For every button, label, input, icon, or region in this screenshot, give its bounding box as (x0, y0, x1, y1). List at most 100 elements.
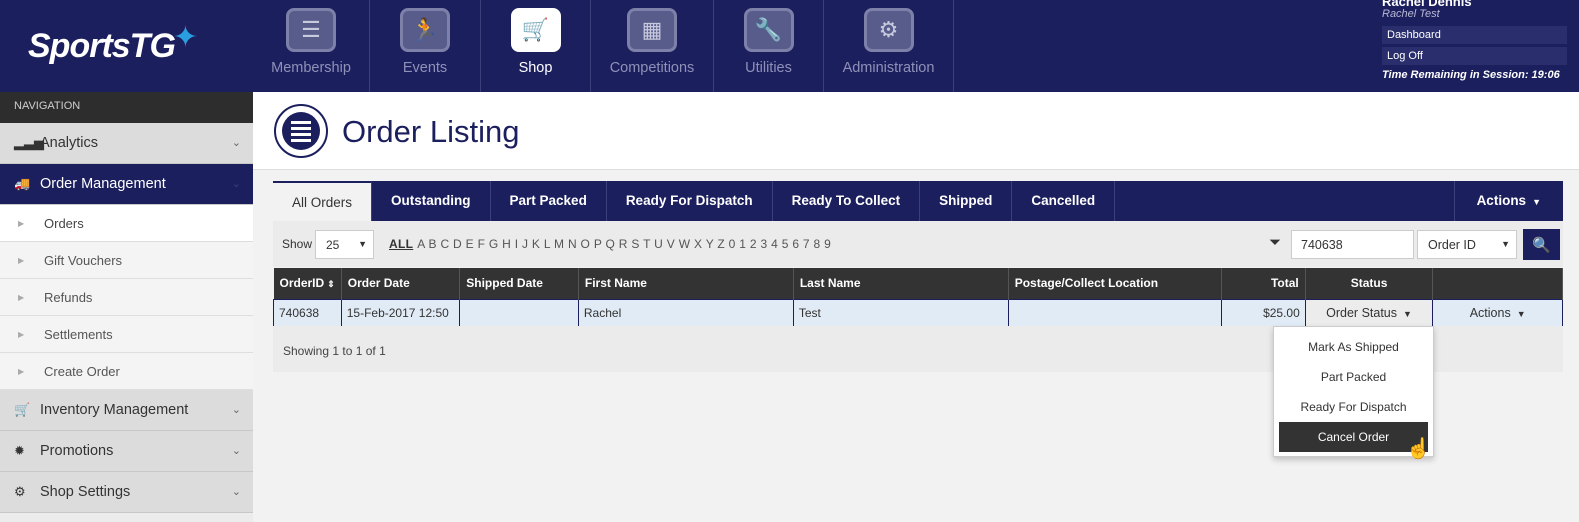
cart-icon: 🛒 (510, 8, 561, 52)
sidebar-item-settlements[interactable]: ▶ Settlements (0, 316, 253, 353)
caret-down-icon: ▼ (1532, 197, 1541, 207)
module-competitions[interactable]: ▦ Competitions (591, 0, 714, 92)
sidebar-section-order-management[interactable]: 🚚 Order Management ⌄ (0, 164, 253, 205)
sidebar-item-refunds[interactable]: ▶ Refunds (0, 279, 253, 316)
column-header-label: Postage/Collect Location (1014, 276, 1159, 291)
search-input[interactable]: 740638 (1291, 230, 1414, 259)
caret-down-icon: ▼ (358, 239, 367, 249)
caret-right-icon: ▶ (18, 329, 25, 339)
cell-order-id[interactable]: 740638 (273, 298, 342, 327)
sidebar-section-label: Promotions (40, 443, 114, 459)
sidebar-item-label: Refunds (44, 289, 93, 305)
sidebar-section-label: Order Management (40, 176, 166, 192)
tab-ready-for-dispatch[interactable]: Ready For Dispatch (607, 181, 773, 221)
column-header-actions (1432, 268, 1563, 299)
truck-icon: 🚚 (14, 176, 31, 191)
module-label: Membership (271, 60, 351, 76)
column-header-orderid[interactable]: OrderID ⇕ (273, 268, 342, 299)
letter-list[interactable]: A B C D E F G H I J K L M N O P Q R S T … (417, 237, 831, 251)
log-off-link[interactable]: Log Off (1382, 47, 1567, 65)
tabs-actions-button[interactable]: Actions ▼ (1453, 181, 1563, 221)
search-field-select[interactable]: Order ID ▼ (1417, 230, 1517, 259)
showing-count: Showing 1 to 1 of 1 (283, 344, 386, 358)
badge-icon: ✹ (14, 443, 25, 458)
column-header-label: First Name (584, 276, 647, 291)
page-size-select[interactable]: 25 ▼ (315, 230, 374, 259)
page-header: Order Listing (253, 92, 1579, 170)
column-header-first-name: First Name (578, 268, 794, 299)
top-header: SportsTG ✦ ☰ Membership 🏃 Events 🛒 Shop ▦ Compe… (0, 0, 1579, 92)
chevron-down-icon: ⌄ (231, 137, 241, 149)
caret-right-icon: ▶ (18, 366, 25, 376)
module-label: Shop (518, 60, 553, 76)
sidebar-section-promotions[interactable]: ✹ Promotions ⌄ (0, 431, 253, 472)
cell-total: $25.00 (1221, 298, 1306, 327)
search-icon: 🔍 (1532, 236, 1551, 254)
table-row[interactable]: 740638 15-Feb-2017 12:50 Rachel Test $25… (273, 298, 1563, 327)
sidebar-item-label: Settlements (44, 326, 113, 342)
wrench-icon: 🔧 (743, 8, 794, 52)
menu-item-part-packed[interactable]: Part Packed (1279, 362, 1428, 392)
hand-cursor-icon: ☝ (1406, 438, 1431, 460)
caret-right-icon: ▶ (18, 255, 25, 265)
show-label: Show (282, 237, 313, 251)
tab-shipped[interactable]: Shipped (920, 181, 1013, 221)
cell-order-date: 15-Feb-2017 12:50 (340, 298, 461, 327)
sidebar-section-label: Shop Settings (40, 484, 131, 500)
sidebar-item-gift-vouchers[interactable]: ▶ Gift Vouchers (0, 242, 253, 279)
module-utilities[interactable]: 🔧 Utilities (714, 0, 824, 92)
caret-down-icon: ▼ (1516, 308, 1526, 319)
chevron-down-icon: ⌄ (231, 445, 241, 457)
module-label: Administration (842, 60, 935, 76)
filter-bar: Show 25 ▼ ALL A B C D E F G H I J K L M N … (273, 221, 1563, 267)
letter-all[interactable]: ALL (389, 237, 413, 251)
sidebar-section-shop-settings[interactable]: ⚙ Shop Settings ⌄ (0, 472, 253, 513)
menu-item-mark-as-shipped[interactable]: Mark As Shipped (1279, 332, 1428, 362)
sidebar-item-orders[interactable]: ▶ Orders (0, 205, 253, 242)
module-label: Utilities (745, 60, 792, 76)
sidebar: NAVIGATION ▂▃▅ Analytics ⌄ 🚚 Order Managemen… (0, 92, 253, 522)
tab-cancelled[interactable]: Cancelled (1012, 181, 1116, 221)
order-status-button[interactable]: Order Status ▼ (1304, 298, 1434, 327)
caret-down-icon: ▼ (1501, 239, 1510, 249)
module-shop[interactable]: 🛒 Shop (481, 0, 591, 92)
column-header-label: OrderID (279, 276, 325, 291)
logo[interactable]: SportsTG ✦ (0, 0, 253, 92)
cart-icon: 🛒 (14, 402, 31, 417)
session-timer: Time Remaining in Session: 19:06 (1382, 69, 1560, 81)
row-actions-button[interactable]: Actions ▼ (1432, 298, 1563, 327)
column-header-label: Status (1350, 276, 1388, 291)
sidebar-item-create-order[interactable]: ▶ Create Order (0, 353, 253, 390)
dashboard-link[interactable]: Dashboard (1382, 26, 1567, 44)
tab-all-orders[interactable]: All Orders (273, 181, 373, 221)
column-header-order-date: Order Date (341, 268, 461, 299)
column-header-status: Status (1305, 268, 1434, 299)
tab-part-packed[interactable]: Part Packed (491, 181, 607, 221)
sidebar-section-inventory-management[interactable]: 🛒 Inventory Management ⌄ (0, 390, 253, 431)
module-membership[interactable]: ☰ Membership (253, 0, 370, 92)
row-actions-label: Actions (1469, 305, 1511, 320)
module-events[interactable]: 🏃 Events (370, 0, 481, 92)
cell-first-name: Rachel (577, 298, 794, 327)
search-button[interactable]: 🔍 (1523, 229, 1560, 260)
tab-outstanding[interactable]: Outstanding (372, 181, 491, 221)
clipboard-icon: ☰ (286, 8, 336, 52)
sidebar-section-analytics[interactable]: ▂▃▅ Analytics ⌄ (0, 123, 253, 164)
filter-icon: ⏷ (1269, 234, 1282, 251)
caret-right-icon: ▶ (18, 292, 25, 302)
order-tabs: All Orders Outstanding Part Packed Ready Fo… (273, 181, 1563, 221)
column-header-total: Total (1221, 268, 1306, 299)
module-administration[interactable]: ⚙ Administration (824, 0, 954, 92)
letter-filter[interactable]: ALL A B C D E F G H I J K L M N O P Q R S… (389, 237, 831, 251)
module-nav: ☰ Membership 🏃 Events 🛒 Shop ▦ Competitions 🔧 Uti… (253, 0, 954, 92)
page-size-value: 25 (326, 238, 340, 252)
orders-table: OrderID ⇕ Order Date Shipped Date First Name… (273, 268, 1563, 327)
module-label: Events (402, 60, 448, 76)
caret-right-icon: ▶ (18, 218, 25, 228)
menu-item-ready-for-dispatch[interactable]: Ready For Dispatch (1279, 392, 1428, 422)
column-header-label: Last Name (799, 276, 861, 291)
tab-ready-to-collect[interactable]: Ready To Collect (773, 181, 921, 221)
sidebar-item-label: Orders (44, 215, 84, 231)
page-title: Order Listing (342, 114, 520, 149)
cell-shipped-date (459, 298, 579, 327)
